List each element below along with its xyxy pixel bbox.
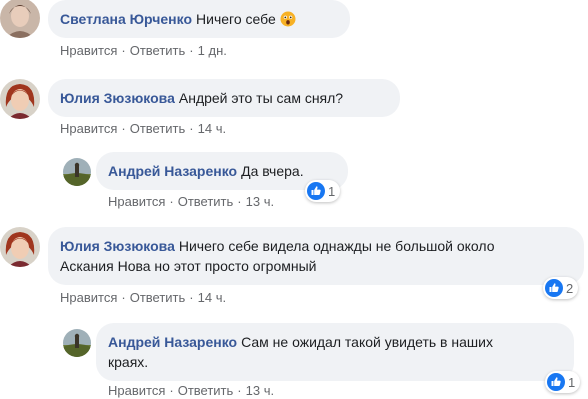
like-reaction-icon xyxy=(547,373,565,391)
reply-bubble: Андрей Назаренко Сам не ожидал такой увид… xyxy=(96,323,574,381)
timestamp[interactable]: 14 ч. xyxy=(198,121,226,136)
comment-actions: Нравится · Ответить · 1 дн. xyxy=(60,43,227,59)
reaction-count[interactable]: 2 xyxy=(543,277,579,299)
avatar-yulia[interactable] xyxy=(0,79,40,119)
comment-author[interactable]: Андрей Назаренко xyxy=(108,334,237,350)
reaction-number: 1 xyxy=(328,183,336,199)
reply-actions: Нравится · Ответить · 13 ч. xyxy=(108,383,274,399)
comment-actions: Нравится · Ответить · 14 ч. xyxy=(60,290,226,306)
reaction-count[interactable]: 1 xyxy=(305,180,341,202)
reply-link[interactable]: Ответить xyxy=(130,290,186,305)
timestamp[interactable]: 14 ч. xyxy=(198,290,226,305)
timestamp[interactable]: 1 дн. xyxy=(198,43,227,58)
avatar-andrey[interactable] xyxy=(63,329,91,357)
reply-link[interactable]: Ответить xyxy=(178,194,234,209)
reaction-number: 2 xyxy=(566,280,574,296)
separator: · xyxy=(237,383,242,398)
separator: · xyxy=(189,43,194,58)
comment-bubble: Юлия Зюзюкова Андрей это ты сам снял? xyxy=(48,79,400,117)
avatar-andrey[interactable] xyxy=(63,158,91,186)
comment-text-continued: краях. xyxy=(108,354,149,370)
avatar-yulia[interactable] xyxy=(0,227,40,267)
astonished-emoji-icon xyxy=(280,11,296,27)
like-link[interactable]: Нравится xyxy=(60,290,117,305)
separator: · xyxy=(121,290,126,305)
reaction-number: 1 xyxy=(568,374,576,390)
reply-actions: Нравится · Ответить · 13 ч. xyxy=(108,194,274,210)
comment-text: Ничего себе видела однажды не большой ок… xyxy=(178,238,495,254)
comment-bubble: Юлия Зюзюкова Ничего себе видела однажды … xyxy=(48,227,584,285)
comment-text: Сам не ожидал такой увидеть в наших xyxy=(241,334,493,350)
like-link[interactable]: Нравится xyxy=(60,121,117,136)
comment-text: Да вчера. xyxy=(241,163,304,179)
timestamp[interactable]: 13 ч. xyxy=(246,383,274,398)
like-link[interactable]: Нравится xyxy=(60,43,117,58)
reply-link[interactable]: Ответить xyxy=(130,121,186,136)
like-reaction-icon xyxy=(307,182,325,200)
comment-text-continued: Аскания Нова но этот просто огромный xyxy=(60,258,317,274)
separator: · xyxy=(189,290,194,305)
separator: · xyxy=(121,121,126,136)
like-reaction-icon xyxy=(545,279,563,297)
comment-text: Ничего себе xyxy=(196,11,276,27)
separator: · xyxy=(121,43,126,58)
comment-author[interactable]: Юлия Зюзюкова xyxy=(60,238,175,254)
separator: · xyxy=(189,121,194,136)
comment-actions: Нравится · Ответить · 14 ч. xyxy=(60,121,226,137)
comment-bubble: Светлана Юрченко Ничего себе xyxy=(48,0,350,38)
separator: · xyxy=(237,194,242,209)
like-link[interactable]: Нравится xyxy=(108,383,165,398)
comment-author[interactable]: Светлана Юрченко xyxy=(60,11,192,27)
comment-author[interactable]: Юлия Зюзюкова xyxy=(60,90,175,106)
reaction-count[interactable]: 1 xyxy=(545,371,581,393)
timestamp[interactable]: 13 ч. xyxy=(246,194,274,209)
reply-link[interactable]: Ответить xyxy=(178,383,234,398)
separator: · xyxy=(169,194,174,209)
comment-author[interactable]: Андрей Назаренко xyxy=(108,163,237,179)
separator: · xyxy=(169,383,174,398)
like-link[interactable]: Нравится xyxy=(108,194,165,209)
reply-link[interactable]: Ответить xyxy=(130,43,186,58)
avatar-svetlana[interactable] xyxy=(0,0,40,38)
comment-text: Андрей это ты сам снял? xyxy=(178,90,344,106)
